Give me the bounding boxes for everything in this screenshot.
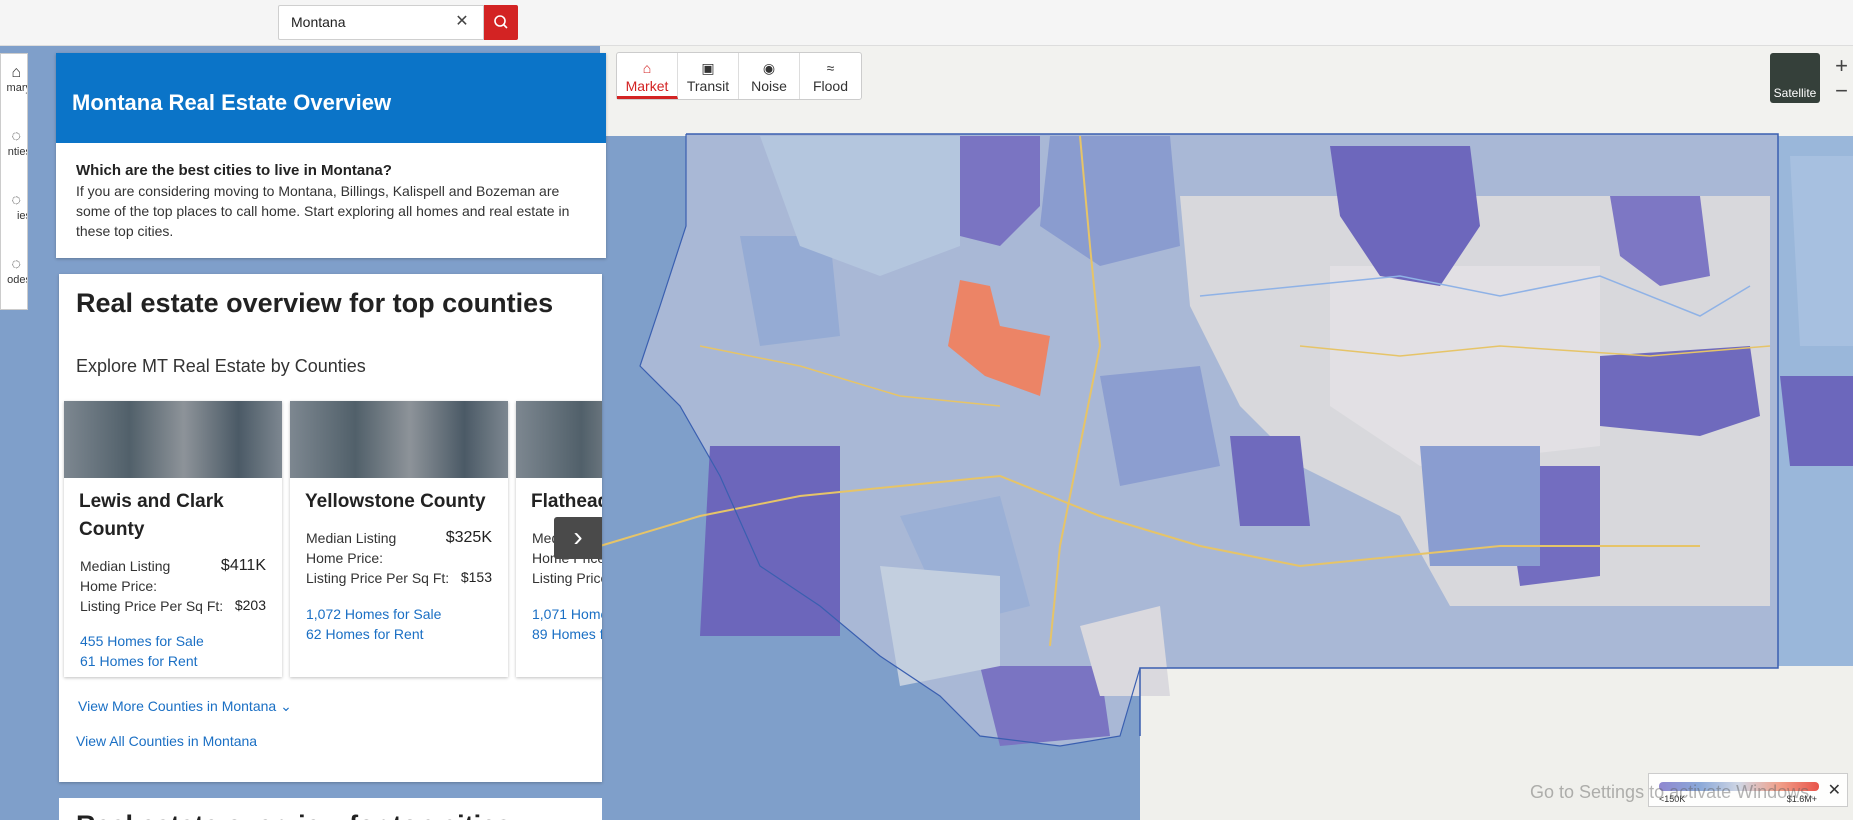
flood-icon: ≈ bbox=[826, 60, 835, 76]
median-label: Median Listing Home Price: bbox=[306, 530, 397, 566]
rail-label-cities: ies bbox=[16, 210, 27, 222]
cities-title: Real estate overview for top cities bbox=[76, 810, 511, 820]
median-value: $325K bbox=[445, 529, 492, 546]
tab-transit[interactable]: ▣ Transit bbox=[678, 53, 739, 99]
view-more-counties-link[interactable]: View More Counties in Montana ⌄ bbox=[78, 698, 292, 715]
homes-for-rent-link[interactable]: 89 Homes f bbox=[532, 626, 602, 642]
search-icon bbox=[494, 15, 508, 29]
satellite-toggle[interactable]: Satellite bbox=[1770, 53, 1820, 103]
county-photo bbox=[290, 401, 508, 478]
zip-icon: ◌ bbox=[11, 256, 21, 273]
map-layer-tabs: ⌂ Market ▣ Transit ◉ Noise ≈ Flood bbox=[616, 52, 862, 100]
overview-panel: Montana Real Estate Overview Which are t… bbox=[56, 53, 606, 258]
homes-for-sale-link[interactable]: 1,071 Homes bbox=[532, 606, 602, 622]
tab-market-label: Market bbox=[625, 78, 669, 94]
cities-icon: ◌ bbox=[11, 192, 21, 209]
left-rail: ⌂ mary ◌ nties ◌ ies ◌ odes bbox=[0, 53, 28, 310]
bus-icon: ▣ bbox=[701, 60, 715, 76]
counties-subtitle: Explore MT Real Estate by Counties bbox=[76, 356, 366, 376]
ppsf-label: Listing Price Per Sq Ft: bbox=[80, 598, 224, 614]
homes-for-sale-link[interactable]: 455 Homes for Sale bbox=[80, 633, 204, 649]
market-icon: ⌂ bbox=[642, 60, 652, 76]
cities-panel: Real estate overview for top cities bbox=[59, 798, 602, 820]
rail-item-counties[interactable]: ◌ nties bbox=[1, 128, 27, 158]
median-value: $411K bbox=[220, 557, 266, 574]
county-name: Yellowstone County bbox=[305, 491, 486, 512]
homes-for-sale-link[interactable]: 1,072 Homes for Sale bbox=[306, 606, 441, 622]
zoom-in-button[interactable]: + bbox=[1830, 55, 1853, 79]
county-name: Lewis and Clark County bbox=[79, 491, 224, 540]
clear-search-icon[interactable]: ✕ bbox=[452, 12, 472, 32]
overview-title: Montana Real Estate Overview bbox=[56, 53, 606, 143]
tab-transit-label: Transit bbox=[686, 78, 730, 94]
satellite-label: Satellite bbox=[1773, 86, 1817, 100]
view-all-counties-link[interactable]: View All Counties in Montana bbox=[76, 733, 257, 749]
rail-item-summary[interactable]: ⌂ mary bbox=[1, 64, 27, 94]
chevron-right-icon: › bbox=[573, 521, 583, 552]
ppsf-label: Listing Price bbox=[532, 570, 602, 586]
tab-noise[interactable]: ◉ Noise bbox=[739, 53, 800, 99]
overview-question: Which are the best cities to live in Mon… bbox=[76, 162, 392, 179]
counties-panel: Real estate overview for top counties Ex… bbox=[59, 274, 602, 782]
rail-label-counties: nties bbox=[7, 146, 27, 158]
close-icon[interactable]: ✕ bbox=[1828, 780, 1841, 800]
county-photo bbox=[64, 401, 282, 478]
zoom-out-button[interactable]: − bbox=[1830, 80, 1853, 104]
county-name: Flathead bbox=[531, 491, 602, 512]
overview-text: If you are considering moving to Montana… bbox=[76, 183, 570, 239]
median-label: Median Listing Home Price: bbox=[80, 558, 171, 594]
tab-flood-label: Flood bbox=[812, 78, 849, 94]
counties-icon: ◌ bbox=[11, 128, 21, 145]
county-photo bbox=[516, 401, 602, 478]
carousel-next-button[interactable]: › bbox=[554, 517, 602, 559]
counties-title: Real estate overview for top counties bbox=[76, 288, 554, 318]
activation-watermark: Go to Settings to activate Windows. bbox=[1530, 782, 1815, 802]
tab-market[interactable]: ⌂ Market bbox=[617, 53, 678, 99]
rail-item-zipcodes[interactable]: ◌ odes bbox=[1, 256, 27, 286]
ppsf-value: $153 bbox=[460, 569, 492, 585]
rail-item-cities[interactable]: ◌ ies bbox=[1, 192, 27, 222]
rail-label-zipcodes: odes bbox=[7, 274, 27, 286]
homes-for-rent-link[interactable]: 61 Homes for Rent bbox=[80, 653, 198, 669]
tab-flood[interactable]: ≈ Flood bbox=[800, 53, 861, 99]
county-card[interactable]: Lewis and Clark County Median Listing Ho… bbox=[64, 401, 282, 677]
chevron-down-icon: ⌄ bbox=[280, 698, 292, 714]
search-button[interactable] bbox=[484, 5, 518, 40]
home-icon: ⌂ bbox=[11, 64, 21, 81]
ppsf-value: $203 bbox=[234, 597, 266, 613]
noise-icon: ◉ bbox=[762, 60, 776, 76]
homes-for-rent-link[interactable]: 62 Homes for Rent bbox=[306, 626, 424, 642]
county-card[interactable]: Yellowstone County Median Listing Home P… bbox=[290, 401, 508, 677]
view-more-label: View More Counties in Montana bbox=[78, 698, 277, 714]
rail-label-summary: mary bbox=[6, 82, 27, 94]
tab-noise-label: Noise bbox=[751, 78, 787, 94]
ppsf-label: Listing Price Per Sq Ft: bbox=[306, 570, 450, 586]
overview-body: Which are the best cities to live in Mon… bbox=[56, 143, 606, 241]
top-bar: Montana ✕ bbox=[0, 0, 1853, 46]
